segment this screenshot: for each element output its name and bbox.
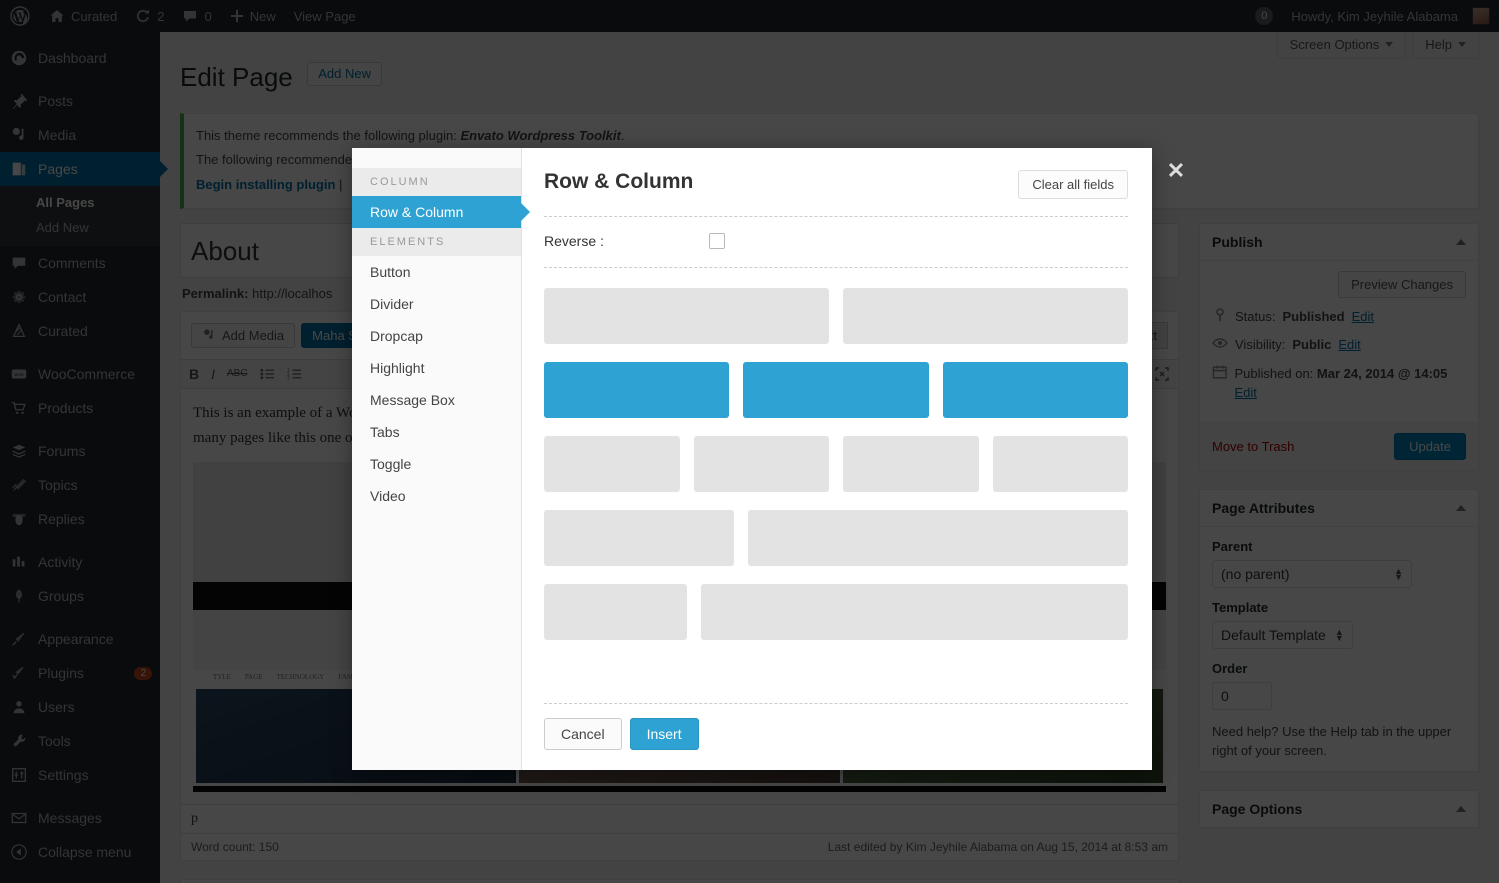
cancel-button[interactable]: Cancel [544, 718, 622, 750]
modal-item-highlight[interactable]: Highlight [352, 352, 521, 384]
insert-button[interactable]: Insert [629, 718, 699, 750]
clear-all-fields-button[interactable]: Clear all fields [1018, 170, 1128, 199]
layout-row [544, 510, 1128, 566]
close-icon[interactable]: ✕ [1163, 158, 1189, 184]
modal-item-tabs[interactable]: Tabs [352, 416, 521, 448]
layout-block-1-3[interactable] [942, 362, 1128, 418]
layout-block-1-2[interactable] [544, 288, 829, 344]
modal-group-column: COLUMN [352, 168, 521, 196]
modal-item-row-and-column[interactable]: Row & Column [352, 196, 530, 228]
reverse-label: Reverse : [544, 233, 604, 249]
modal-item-label: Row & Column [370, 204, 464, 220]
layout-row [544, 288, 1128, 344]
modal-item-video[interactable]: Video [352, 480, 521, 512]
layout-block-1-3[interactable] [544, 510, 734, 566]
reverse-field-row: Reverse : [544, 217, 1128, 267]
modal-item-dropcap[interactable]: Dropcap [352, 320, 521, 352]
layout-block-1-3[interactable] [743, 362, 929, 418]
layout-block-1-4[interactable] [544, 436, 680, 492]
shortcode-modal: COLUMN Row & Column ELEMENTS Button Divi… [352, 148, 1152, 770]
layout-block-2-3[interactable] [748, 510, 1128, 566]
layout-picker [544, 268, 1128, 703]
layout-row [544, 436, 1128, 492]
layout-row [544, 584, 1128, 640]
layout-block-1-4[interactable] [992, 436, 1128, 492]
layout-block-1-4[interactable] [544, 584, 687, 640]
layout-block-1-4[interactable] [693, 436, 829, 492]
reverse-checkbox[interactable] [709, 233, 725, 249]
modal-sidebar: COLUMN Row & Column ELEMENTS Button Divi… [352, 148, 530, 770]
modal-item-divider[interactable]: Divider [352, 288, 521, 320]
modal-main: Row & Column Clear all fields Reverse : [522, 148, 1152, 770]
layout-block-1-2[interactable] [843, 288, 1128, 344]
layout-block-1-3[interactable] [544, 362, 730, 418]
modal-group-elements: ELEMENTS [352, 228, 521, 256]
layout-row-selected [544, 362, 1128, 418]
modal-footer: Cancel Insert [544, 703, 1128, 750]
layout-block-1-4[interactable] [843, 436, 979, 492]
modal-item-toggle[interactable]: Toggle [352, 448, 521, 480]
layout-block-3-4[interactable] [700, 584, 1128, 640]
modal-item-message-box[interactable]: Message Box [352, 384, 521, 416]
modal-item-button[interactable]: Button [352, 256, 521, 288]
